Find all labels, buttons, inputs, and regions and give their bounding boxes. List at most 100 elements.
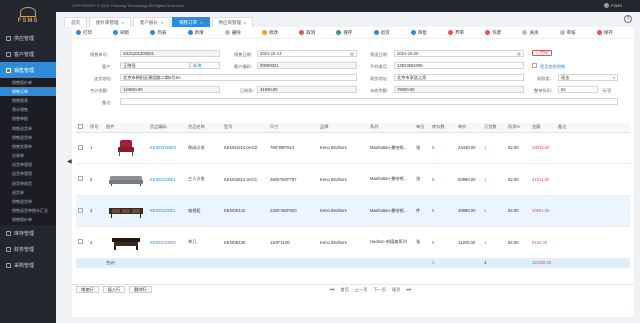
nav-sub-item[interactable]: 退货单 [0,188,56,198]
address-field[interactable]: 北京市朝阳区建国路二期8号5A [120,74,357,81]
column-header: 备注 [556,123,630,133]
nav-sub-item[interactable]: 销售发票单 [0,142,56,152]
cell-code[interactable]: KENO110001 [148,195,186,227]
toolbar-button-label: 退货 [380,29,390,35]
cell-code[interactable]: KENO110001 [148,163,186,196]
discount-field[interactable]: 82 [558,86,598,93]
collapse-sidebar-icon[interactable]: ◀ [67,158,72,165]
toolbar-button[interactable]: 退货 [373,29,411,36]
user-icon [603,3,609,9]
nav-group-inventory[interactable]: 库存管理 [0,225,56,241]
tab-customer-quote[interactable]: 客户报价 × [132,17,171,27]
order-no-field[interactable]: XS21101300001 [120,50,220,57]
last-page-link[interactable]: 尾页 [392,287,400,293]
table-row[interactable]: 3 KENO110001 电视柜 KENO6142 2200*450*500 Keno B… [76,195,630,227]
received-field[interactable]: 41930.00 [257,86,357,93]
toolbar-button[interactable]: 审核 [559,30,597,36]
row-checkbox[interactable] [78,144,83,150]
toolbar-button[interactable]: 弃审 [448,30,485,36]
toolbar-button[interactable]: 保存 [596,30,634,36]
nav-sub-item[interactable]: 销售报价单 [0,215,56,225]
nav-group-finance[interactable]: 财务管理 [0,241,56,257]
table-row[interactable]: 2 KENO110001 三人沙发 KENO4612.3ACC 2600*920*787… [76,163,630,196]
toolbar-button[interactable]: 修改 [262,30,299,36]
first-page-icon[interactable]: ⏮ [330,287,335,293]
table-row[interactable]: 4 KENO210002 茶几 KENO6135 1100*1100 Keno Broth… [76,226,630,259]
nav-sub-item[interactable]: 销售报表 [0,96,56,106]
order-no-label: 销售单号: [90,52,108,57]
urgent-label: 是否加急销售 [540,64,566,69]
first-page-link[interactable]: 首页 [341,287,349,293]
tab-sales-order[interactable]: 销售订单 × [172,17,210,27]
customer-field[interactable]: 王晓强 [120,62,190,69]
total-field[interactable]: 119930.00 [120,86,220,93]
toolbar-button[interactable]: 删除 [224,30,262,36]
cell-model: KENO4224.0ACD [222,132,268,164]
payment-select[interactable]: 现金 ▾ [558,74,618,81]
order-date-field[interactable]: 2021-10-13 ▦ [257,50,357,57]
select-all-checkbox[interactable] [78,124,83,130]
insert-row-button[interactable]: 插入行 [102,286,126,293]
nav-sub-item-sales-order[interactable]: 销售订单 [0,87,56,97]
nav-sub-item[interactable]: 应收单 [0,151,56,161]
unpaid-field[interactable]: 78000.00 [394,86,524,93]
remark-field[interactable] [120,98,618,105]
toolbar-button[interactable]: 取消 [299,30,336,36]
toolbar-button[interactable]: 关闭 [522,30,559,36]
toolbar-button[interactable]: 审批 [410,30,448,36]
user-menu[interactable]: FSMS [603,3,622,9]
nav-sub-item[interactable]: 销售送货单 [0,123,56,134]
row-checkbox[interactable] [78,239,83,245]
toolbar-button[interactable]: 刷新 [113,30,150,36]
toolbar-button[interactable]: 列表 [150,30,187,36]
nav-group-customer[interactable]: 客户管理 [0,46,56,62]
prev-page-link[interactable]: 上一页 [355,287,368,293]
close-icon[interactable]: × [161,20,163,25]
add-row-button[interactable]: 增加行 [76,286,99,293]
nav-sub-item[interactable]: 销售退货单 [0,133,56,143]
phone-field[interactable]: 13823652099 [394,62,524,69]
nav-sub-item[interactable]: 销售报价单 [0,78,56,88]
nav-sub-item[interactable]: 预计销售 [0,105,56,115]
nav-sub-item[interactable]: 退货单管理 [0,169,56,180]
nav-group-supply[interactable]: 供应管理 [0,30,56,46]
cell-seq: 4 [88,226,104,259]
toolbar-button-icon [262,30,268,35]
nav-sub-item[interactable]: 销售单据 [0,114,56,124]
customer-add-button[interactable]: 新增 [190,62,220,69]
last-page-icon[interactable]: ⏭ [406,287,411,293]
row-checkbox[interactable] [78,207,83,213]
total-cell [148,258,186,268]
customer-no-field[interactable]: 00000021 [257,62,357,69]
help-icon[interactable]: ? [624,15,632,23]
tab-supplier[interactable]: 供应商管理 × [211,17,254,27]
toolbar-button[interactable]: 打印 [76,30,113,36]
nav-sub-item[interactable]: 送货单管理 [0,160,56,170]
nav-sub-item[interactable]: 销售退货单统计汇总 [0,206,56,216]
total-cell [368,258,414,268]
close-icon[interactable]: × [244,20,246,25]
logo-text: FSMS [17,17,39,24]
cell-amount: 20032.60 [530,132,556,164]
nav-group-purchase[interactable]: 采购管理 [0,257,56,273]
table-row[interactable]: 1 KENO215003 休闲沙发 KENO4224.0ACD 760*890*813 K… [76,132,630,164]
toolbar-button[interactable]: 作废 [485,30,522,36]
nav-group-sales[interactable]: 销售管理 [0,62,56,78]
nav-sub-item[interactable]: 销售退货单 [0,197,56,207]
cell-code[interactable]: KENO215003 [148,132,186,164]
urgent-checkbox[interactable] [532,63,537,68]
delivery-date-field[interactable]: 2021-10-20 ▦ [394,50,524,57]
tab-image-lib[interactable]: 图片库管理 × [89,17,131,27]
chevron-down-icon: ▾ [612,75,615,80]
tab-home[interactable]: 首页 [64,17,87,27]
close-icon[interactable]: × [122,20,124,25]
toolbar-button[interactable]: 新增 [187,30,225,36]
delete-row-button[interactable]: 删除行 [129,286,152,293]
receiver-addr-field[interactable]: 北京市家居之家 [394,74,524,81]
cell-code[interactable]: KENO210002 [148,226,186,259]
row-checkbox[interactable] [78,176,83,182]
next-page-link[interactable]: 下一页 [373,287,386,293]
toolbar-button[interactable]: 保存 [336,30,373,36]
nav-sub-item[interactable]: 退货单收货 [0,179,56,189]
close-icon[interactable]: × [200,20,202,25]
